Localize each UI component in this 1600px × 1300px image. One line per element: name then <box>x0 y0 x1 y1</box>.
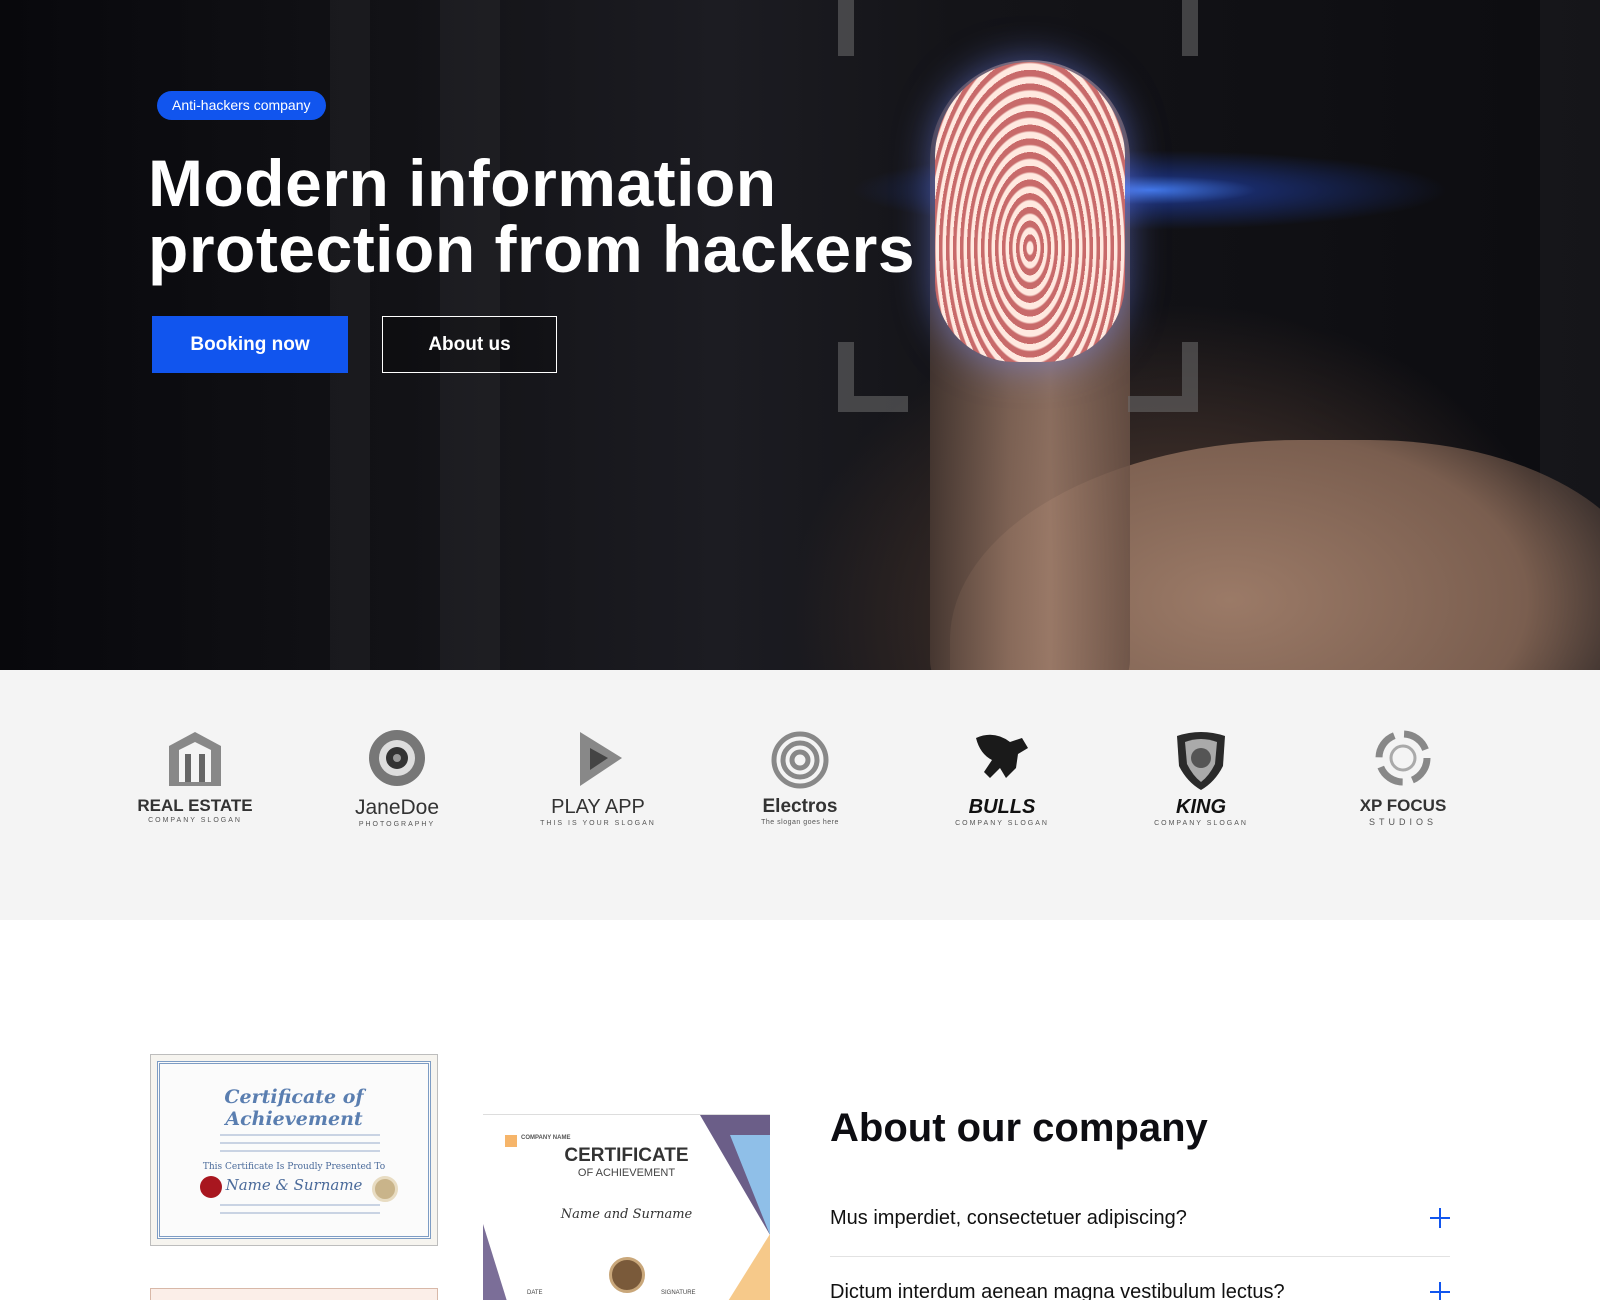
certificate-company: COMPANY NAME <box>521 1135 571 1141</box>
bulls-logo[interactable]: BULLS COMPANY SLOGAN <box>932 728 1072 868</box>
company-badge: Anti-hackers company <box>157 91 326 120</box>
plus-icon[interactable] <box>1430 1208 1450 1228</box>
certificate-image: Certificate of Achievement This Certific… <box>150 1054 438 1246</box>
faq-question: Mus imperdiet, consectetuer adipiscing? <box>830 1206 1187 1229</box>
camera-lens-logo-icon <box>369 730 425 786</box>
wax-seal-icon <box>200 1176 222 1198</box>
focus-ring-logo-icon <box>1375 730 1431 786</box>
hero-section: Anti-hackers company Modern information … <box>0 0 1600 670</box>
logo-name: JaneDoe <box>354 796 440 819</box>
certificate-subtitle: OF ACHIEVEMENT <box>577 1167 676 1179</box>
scan-frame-corner <box>838 0 908 56</box>
certificate-image: COMPANY NAME CERTIFICATE OF ACHIEVEMENT … <box>483 1114 770 1300</box>
about-us-button[interactable]: About us <box>382 316 557 373</box>
xp-focus-logo[interactable]: XP FOCUS STUDIOS <box>1333 728 1473 868</box>
scan-frame-corner <box>838 342 908 412</box>
decor-shape <box>483 1224 511 1300</box>
text-line <box>220 1134 380 1136</box>
certificate-date-label: DATE <box>527 1290 543 1296</box>
fingerprint-icon <box>935 62 1125 362</box>
logo-name: BULLS <box>968 796 1036 818</box>
logo-slogan: COMPANY SLOGAN <box>148 817 242 824</box>
certificate-image <box>150 1288 438 1300</box>
certificate-name: Name and Surname <box>560 1207 693 1222</box>
faq-item[interactable]: Mus imperdiet, consectetuer adipiscing? <box>830 1188 1450 1248</box>
logo-name: REAL ESTATE <box>137 796 253 815</box>
faq-question: Dictum interdum aenean magna vestibulum … <box>830 1280 1285 1300</box>
janedoe-logo[interactable]: JaneDoe PHOTOGRAPHY <box>327 728 467 868</box>
scan-frame-corner <box>1128 0 1198 56</box>
scan-frame-corner <box>1128 342 1198 412</box>
booking-now-button[interactable]: Booking now <box>152 316 348 373</box>
logo-slogan: COMPANY SLOGAN <box>1154 820 1248 827</box>
text-line <box>220 1150 380 1152</box>
decor-shape <box>720 1234 770 1300</box>
text-line <box>220 1212 380 1214</box>
bull-logo-icon <box>976 734 1028 778</box>
about-title: About our company <box>830 1106 1208 1150</box>
plus-icon[interactable] <box>1430 1282 1450 1300</box>
logo-slogan: STUDIOS <box>1368 817 1437 827</box>
medal-icon <box>372 1176 398 1202</box>
faq-divider <box>830 1256 1450 1257</box>
logo-name: KING <box>1176 796 1226 818</box>
logo-slogan: COMPANY SLOGAN <box>955 820 1049 827</box>
logo-slogan: THIS IS YOUR SLOGAN <box>540 820 656 827</box>
logo-slogan: The slogan goes here <box>761 819 839 826</box>
logo-name: Electros <box>762 796 838 817</box>
certificate-title: CERTIFICATE <box>564 1145 689 1166</box>
lion-shield-logo-icon <box>1177 732 1225 790</box>
partner-logos-strip: REAL ESTATE COMPANY SLOGAN JaneDoe PHOTO… <box>0 670 1600 920</box>
certificate-presented: This Certificate Is Proudly Presented To <box>202 1162 386 1172</box>
real-estate-logo[interactable]: REAL ESTATE COMPANY SLOGAN <box>125 728 265 868</box>
text-line <box>220 1142 380 1144</box>
spiral-logo-icon <box>771 731 829 789</box>
king-logo[interactable]: KING COMPANY SLOGAN <box>1131 728 1271 868</box>
logo-name: PLAY APP <box>551 796 645 818</box>
hero-title: Modern information protection from hacke… <box>148 146 916 286</box>
certificate-title: Certificate of Achievement <box>224 1086 364 1130</box>
electros-logo[interactable]: Electros The slogan goes here <box>730 728 870 868</box>
faq-item[interactable]: Dictum interdum aenean magna vestibulum … <box>830 1262 1450 1300</box>
text-line <box>220 1204 380 1206</box>
building-logo-icon <box>169 732 221 786</box>
play-logo-icon <box>580 732 622 786</box>
logo-slogan: PHOTOGRAPHY <box>358 821 436 828</box>
play-app-logo[interactable]: PLAY APP THIS IS YOUR SLOGAN <box>528 728 668 868</box>
certificate-signature-label: SIGNATURE <box>661 1290 696 1296</box>
logo-name: XP FOCUS <box>1359 796 1447 815</box>
medal-icon <box>609 1257 645 1293</box>
